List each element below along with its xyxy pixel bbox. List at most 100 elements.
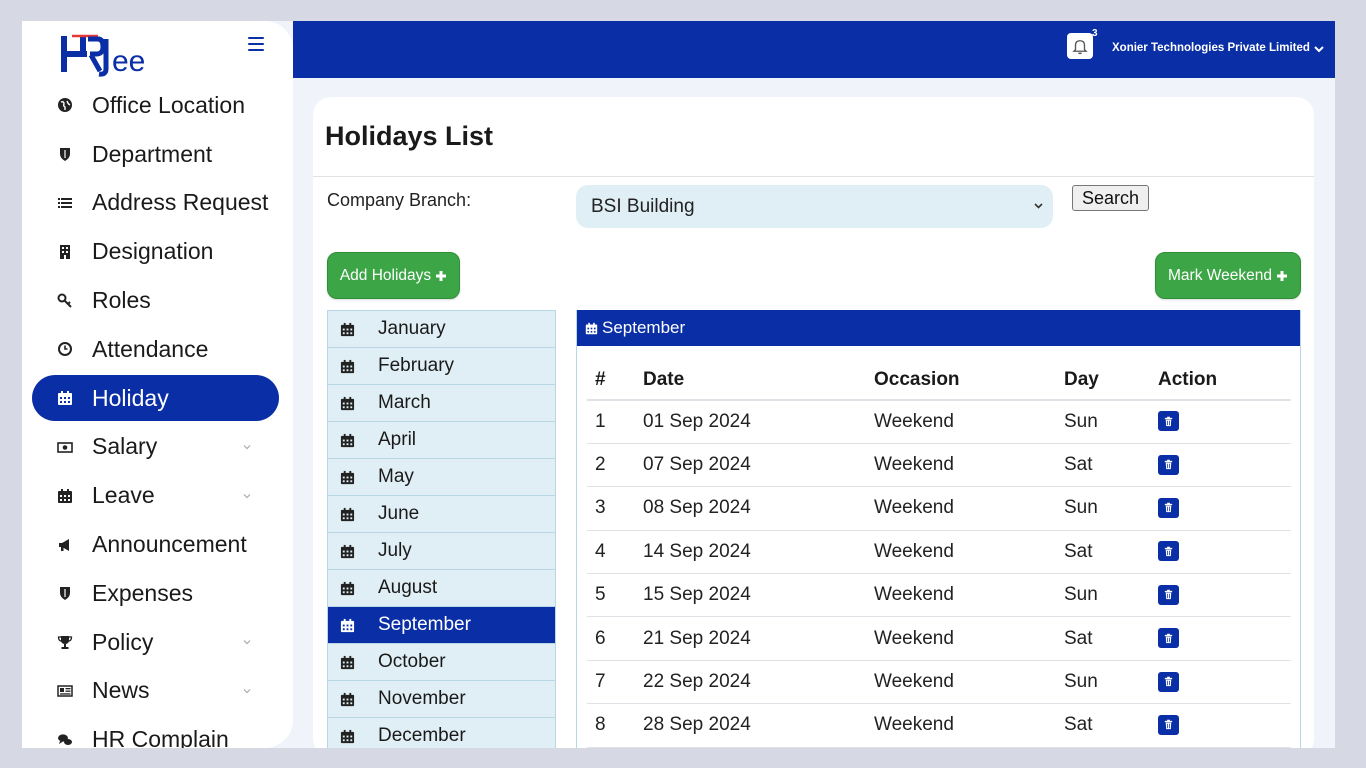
month-item-february[interactable]: February bbox=[328, 348, 555, 385]
top-bar: 3 Xonier Technologies Private Limited bbox=[293, 21, 1335, 78]
row-action bbox=[1158, 443, 1291, 488]
sidebar-item-label: News bbox=[92, 677, 150, 704]
row-occasion: Weekend bbox=[874, 573, 1064, 618]
branch-label: Company Branch: bbox=[327, 190, 472, 210]
month-item-may[interactable]: May bbox=[328, 459, 555, 496]
row-day: Sat bbox=[1064, 443, 1158, 488]
sidebar-item-salary[interactable]: Salary bbox=[22, 423, 293, 472]
month-item-august[interactable]: August bbox=[328, 570, 555, 607]
delete-button[interactable] bbox=[1158, 671, 1179, 692]
table-row: 8 28 Sep 2024 Weekend Sat bbox=[587, 703, 1291, 748]
delete-button[interactable] bbox=[1158, 541, 1179, 562]
col-header-date: Date bbox=[643, 360, 874, 401]
mark-weekend-label: Mark Weekend bbox=[1168, 266, 1272, 284]
row-day: Sun bbox=[1064, 400, 1158, 444]
search-button[interactable]: Search bbox=[1072, 185, 1149, 211]
list-icon bbox=[56, 194, 74, 212]
megaphone-icon bbox=[56, 536, 74, 554]
trash-icon bbox=[1164, 503, 1173, 513]
sidebar-nav: Office Location Department Address Request… bbox=[22, 81, 293, 748]
chevron-down-icon bbox=[1034, 203, 1043, 209]
chevron-down-icon[interactable] bbox=[1314, 45, 1324, 53]
trash-icon bbox=[1164, 676, 1173, 687]
notification-bell-button[interactable] bbox=[1067, 33, 1093, 59]
row-number: 5 bbox=[587, 573, 643, 618]
sidebar-item-label: Announcement bbox=[92, 531, 247, 558]
row-date: 21 Sep 2024 bbox=[643, 616, 874, 661]
add-holidays-label: Add Holidays bbox=[339, 266, 432, 284]
row-day: Sat bbox=[1064, 703, 1158, 748]
sidebar-item-department[interactable]: Department bbox=[22, 130, 293, 179]
row-day: Sat bbox=[1064, 616, 1158, 661]
calendar-icon bbox=[340, 655, 355, 670]
sidebar-item-expenses[interactable]: Expenses bbox=[22, 569, 293, 618]
sidebar-item-news[interactable]: News bbox=[22, 667, 293, 716]
month-label: September bbox=[378, 614, 471, 635]
sidebar-item-office-location[interactable]: Office Location bbox=[22, 81, 293, 130]
month-item-january[interactable]: January bbox=[328, 311, 555, 348]
calendar-icon bbox=[340, 729, 355, 744]
branch-select[interactable]: BSI Building bbox=[576, 185, 1053, 228]
table-caption-text: September bbox=[602, 318, 686, 337]
calendar-icon bbox=[340, 396, 355, 411]
month-item-april[interactable]: April bbox=[328, 422, 555, 459]
company-dropdown[interactable]: Xonier Technologies Private Limited bbox=[1112, 42, 1310, 54]
sidebar-item-attendance[interactable]: Attendance bbox=[22, 325, 293, 374]
sidebar-item-announcement[interactable]: Announcement bbox=[22, 520, 293, 569]
hrjee-logo[interactable]: ee bbox=[58, 33, 158, 79]
money-icon bbox=[56, 438, 74, 456]
mark-weekend-button[interactable]: Mark Weekend bbox=[1155, 252, 1301, 299]
calendar-icon bbox=[340, 692, 355, 707]
chevron-down-icon bbox=[243, 445, 251, 450]
logo-text: ee bbox=[112, 45, 145, 78]
building-icon bbox=[56, 243, 74, 261]
sidebar-item-label: Address Request bbox=[92, 189, 269, 216]
shield-icon bbox=[56, 584, 74, 602]
delete-button[interactable] bbox=[1158, 584, 1179, 605]
month-item-july[interactable]: July bbox=[328, 533, 555, 570]
trash-icon bbox=[1164, 459, 1173, 470]
chevron-down-icon bbox=[243, 689, 251, 694]
plus-icon bbox=[1276, 270, 1287, 281]
sidebar-item-designation[interactable]: Designation bbox=[22, 227, 293, 276]
row-number: 3 bbox=[587, 486, 643, 531]
month-item-december[interactable]: December bbox=[328, 718, 555, 748]
row-date: 07 Sep 2024 bbox=[643, 443, 874, 488]
delete-button[interactable] bbox=[1158, 714, 1179, 735]
month-item-march[interactable]: March bbox=[328, 385, 555, 422]
hamburger-menu-icon[interactable] bbox=[248, 37, 264, 51]
calendar-icon bbox=[340, 322, 355, 337]
row-action bbox=[1158, 703, 1291, 748]
add-holidays-button[interactable]: Add Holidays bbox=[327, 252, 460, 299]
month-item-september[interactable]: September bbox=[328, 607, 555, 644]
trash-icon bbox=[1164, 633, 1173, 643]
month-item-october[interactable]: October bbox=[328, 644, 555, 681]
delete-button[interactable] bbox=[1158, 497, 1179, 518]
calendar-icon bbox=[340, 359, 355, 374]
sidebar-item-label: Holiday bbox=[92, 384, 169, 411]
month-label: March bbox=[378, 392, 431, 413]
app-frame: ee Office Location Department Address Requ… bbox=[22, 21, 1335, 748]
key-icon bbox=[56, 292, 74, 310]
delete-button[interactable] bbox=[1158, 454, 1179, 475]
trash-icon bbox=[1164, 720, 1173, 730]
col-header-action: Action bbox=[1158, 360, 1291, 401]
row-day: Sun bbox=[1064, 486, 1158, 531]
sidebar-item-leave[interactable]: Leave bbox=[22, 471, 293, 520]
delete-button[interactable] bbox=[1158, 411, 1179, 432]
row-action bbox=[1158, 530, 1291, 575]
sidebar-item-roles[interactable]: Roles bbox=[22, 276, 293, 325]
table-row: 7 22 Sep 2024 Weekend Sun bbox=[587, 660, 1291, 705]
calendar-icon bbox=[340, 433, 355, 448]
table-row: 4 14 Sep 2024 Weekend Sat bbox=[587, 530, 1291, 575]
table-header-row: # Date Occasion Day Action bbox=[587, 360, 1291, 401]
sidebar-item-holiday[interactable]: Holiday bbox=[22, 374, 293, 423]
month-item-june[interactable]: June bbox=[328, 496, 555, 533]
delete-button[interactable] bbox=[1158, 628, 1179, 649]
sidebar-item-address-request[interactable]: Address Request bbox=[22, 179, 293, 228]
month-label: December bbox=[378, 725, 466, 746]
month-item-november[interactable]: November bbox=[328, 681, 555, 718]
page-title: Holidays List bbox=[325, 121, 494, 151]
sidebar-item-policy[interactable]: Policy bbox=[22, 618, 293, 667]
sidebar-item-hr-complain[interactable]: HR Complain bbox=[22, 715, 293, 748]
